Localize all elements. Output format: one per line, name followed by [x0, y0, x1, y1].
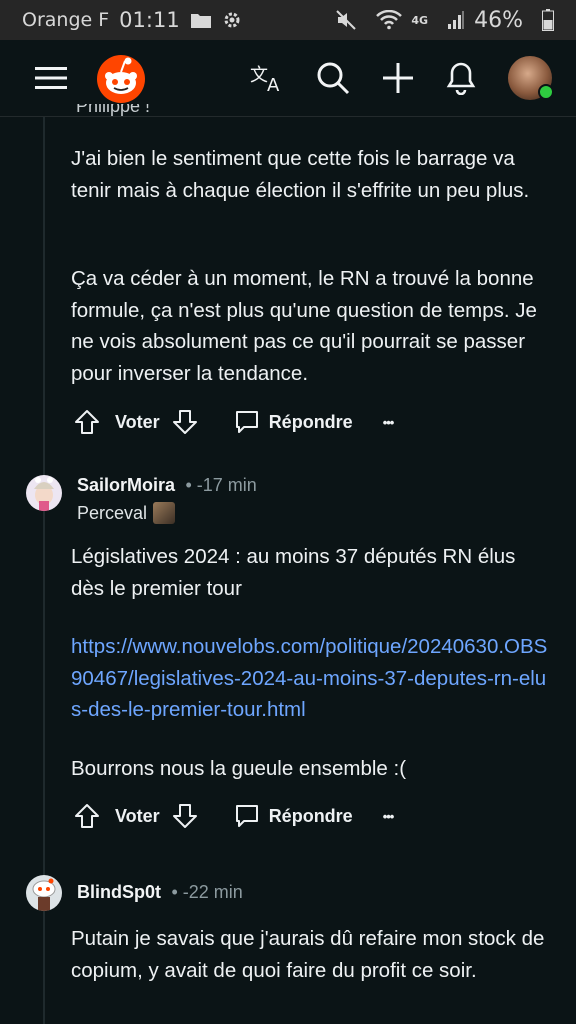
- translate-button[interactable]: 文 A: [248, 40, 288, 116]
- reply-label: Répondre: [268, 411, 353, 432]
- status-bar: Orange F 01:11 4G 46%: [0, 0, 576, 40]
- create-post-button[interactable]: [378, 40, 418, 116]
- mute-icon: [335, 9, 357, 31]
- downvote-icon: [172, 410, 197, 434]
- comment-author-partial: Philippe !: [76, 104, 151, 116]
- comment-paragraph: Législatives 2024 : au moins 37 députés …: [71, 545, 516, 600]
- comment-author[interactable]: BlindSp0t: [77, 882, 161, 902]
- network-type: 4G: [411, 13, 429, 27]
- upvote-button[interactable]: [74, 409, 100, 435]
- downvote-button[interactable]: [172, 409, 198, 435]
- translate-icon: 文 A: [250, 65, 280, 93]
- svg-text:A: A: [267, 75, 280, 93]
- battery-icon: [542, 9, 554, 31]
- upvote-button[interactable]: [74, 803, 100, 829]
- battery-percent: 46%: [474, 7, 523, 33]
- avatar[interactable]: [26, 475, 62, 511]
- comment-author[interactable]: SailorMoira: [77, 475, 175, 495]
- reply-button[interactable]: Répondre: [234, 409, 353, 435]
- downvote-button[interactable]: [172, 803, 198, 829]
- clock: 01:11: [119, 8, 180, 32]
- profile-button[interactable]: [506, 40, 554, 116]
- comment-time: • -17 min: [185, 475, 257, 495]
- plus-icon: [383, 63, 413, 93]
- reddit-logo: [97, 55, 145, 103]
- comment-link[interactable]: https://www.nouvelobs.com/politique/2024…: [71, 631, 551, 726]
- comment-actions: Voter Répondre •••: [74, 798, 395, 834]
- downvote-icon: [172, 804, 197, 828]
- reply-button[interactable]: Répondre: [234, 803, 353, 829]
- comment-time: • -22 min: [171, 882, 243, 902]
- comment-header: SailorMoira • -17 min Perceval: [26, 475, 257, 524]
- comment-paragraph: Putain je savais que j'aurais dû refaire…: [71, 927, 545, 982]
- flair-image: [153, 502, 176, 524]
- comment-paragraph: Bourrons nous la gueule ensemble :(: [71, 757, 407, 780]
- user-flair: Perceval: [77, 502, 257, 524]
- vote-label: Voter: [115, 805, 160, 826]
- reply-icon: [235, 805, 258, 827]
- notifications-button[interactable]: [442, 40, 480, 116]
- gear-icon: [222, 10, 242, 30]
- carrier-name: Orange F: [22, 9, 110, 31]
- menu-icon: [35, 67, 67, 89]
- flair-text: Perceval: [77, 502, 148, 523]
- avatar[interactable]: [26, 875, 62, 911]
- folder-icon: [190, 11, 212, 29]
- signal-icon: [447, 10, 465, 30]
- comment-paragraph: Ça va céder à un moment, le RN a trouvé …: [71, 267, 537, 385]
- svg-text:文: 文: [250, 65, 268, 86]
- reply-icon: [235, 411, 258, 433]
- reply-label: Répondre: [268, 805, 353, 826]
- wifi-icon: [376, 10, 403, 30]
- bell-icon: [446, 62, 476, 95]
- search-icon: [317, 62, 350, 95]
- search-button[interactable]: [312, 40, 354, 116]
- avatar: [508, 56, 554, 100]
- more-options-button[interactable]: •••: [383, 415, 395, 430]
- more-options-button[interactable]: •••: [383, 809, 395, 824]
- upvote-icon: [75, 804, 99, 828]
- comment-actions: Voter Répondre •••: [74, 404, 395, 440]
- menu-button[interactable]: [30, 40, 72, 116]
- comments-feed[interactable]: J'ai bien le sentiment que cette fois le…: [0, 117, 576, 1024]
- upvote-icon: [75, 410, 99, 434]
- comment-paragraph: J'ai bien le sentiment que cette fois le…: [71, 147, 530, 202]
- online-status-dot: [538, 84, 554, 100]
- vote-label: Voter: [115, 411, 160, 432]
- comment-header: BlindSp0t • -22 min: [26, 875, 243, 911]
